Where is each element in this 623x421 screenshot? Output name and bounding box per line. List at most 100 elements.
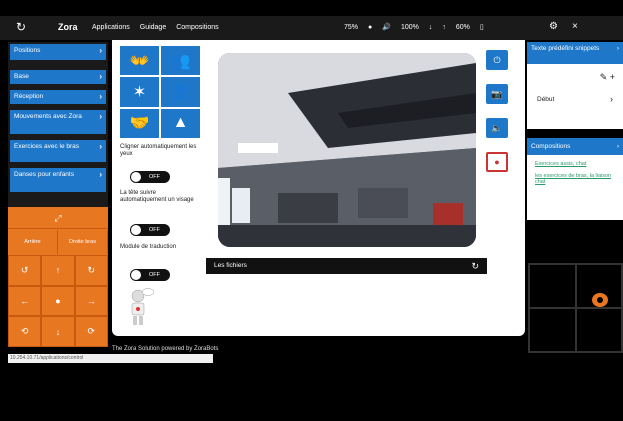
top-bar: ↻ Zora Applications Guidage Compositions… — [0, 16, 623, 40]
behavior-tiles: 👐 👥 ✶ 👤 🤝 ▲ — [120, 46, 200, 138]
refresh-files-icon[interactable]: ↻ — [471, 258, 479, 274]
rotate-left-icon[interactable]: ↺ — [8, 255, 42, 286]
sidebar-item-mouvements[interactable]: Mouvements avec Zora › — [10, 110, 106, 134]
speaker-icon[interactable]: 🔈 — [486, 118, 508, 138]
power-icon[interactable]: ⏻ — [486, 50, 508, 70]
grid-cell[interactable] — [529, 264, 576, 308]
chevron-right-icon: › — [99, 92, 102, 101]
pupil — [597, 297, 603, 303]
toggle-state: OFF — [149, 174, 160, 180]
menu-guidage[interactable]: Guidage — [140, 24, 166, 31]
camera-icon[interactable]: 📷 — [486, 84, 508, 104]
left-sidebar: Positions › Base › Réception › Mouvements a… — [8, 42, 108, 212]
gear-icon[interactable]: ⚙ — [549, 21, 558, 32]
sidebar-item-reception[interactable]: Réception › — [10, 90, 106, 104]
toggle-knob — [131, 270, 141, 280]
files-label: Les fichiers — [214, 262, 247, 269]
sparkle-icon[interactable]: ✶ — [120, 77, 159, 107]
figure-icon[interactable]: ▲ — [161, 108, 200, 138]
refresh-icon[interactable]: ↻ — [16, 21, 26, 33]
wifi-level: 60% — [455, 23, 470, 31]
up-arrow-icon[interactable]: ↑ — [442, 24, 446, 31]
direction-grid: ↺ ↑ ↻ ← ● → ⟲ ↓ ⟳ — [8, 255, 108, 347]
chevron-right-icon: › — [616, 143, 619, 150]
sidebar-item-label: Exercices avec le bras — [14, 143, 80, 150]
status-url: 10.254.10.71/applications/control — [8, 354, 213, 363]
snippet-item[interactable]: Début — [537, 96, 554, 103]
menu-compositions[interactable]: Compositions — [176, 24, 218, 31]
chevron-right-icon: › — [616, 45, 619, 52]
grid-cell[interactable] — [529, 308, 576, 352]
compositions-header[interactable]: Compositions › — [527, 138, 623, 155]
expand-icon[interactable]: ⤢ — [8, 207, 108, 229]
volume-level: 75% — [344, 23, 359, 31]
toggle-knob — [131, 225, 141, 235]
volume-up-icon[interactable]: 🔊 — [382, 23, 391, 31]
record-icon[interactable]: ● — [486, 152, 508, 172]
menu-applications[interactable]: Applications — [92, 24, 130, 31]
snippets-panel: Texte prédéfini snippets › ✎ + Début › — [527, 42, 623, 129]
chevron-right-icon: › — [610, 94, 613, 104]
stop-icon[interactable]: ● — [41, 285, 75, 317]
sidebar-item-label: Base — [14, 73, 29, 80]
main-panel: 👐 👥 ✶ 👤 🤝 ▲ Cligner automatiquement les … — [112, 40, 525, 336]
chevron-right-icon: › — [99, 112, 102, 121]
brand-name: Zora — [58, 22, 78, 32]
footer-text: The Zora Solution powered by ZoraBots — [112, 346, 219, 352]
composition-link[interactable]: les exercices de bras, la liaison chat — [535, 173, 615, 185]
close-icon[interactable]: × — [572, 21, 578, 32]
status-area: 75% ● 🔊 100% ↓ ↑ 60% ▯ — [344, 23, 484, 32]
chevron-right-icon: › — [99, 72, 102, 81]
blink-toggle[interactable]: OFF — [130, 171, 170, 183]
snippets-header[interactable]: Texte prédéfini snippets › — [527, 42, 623, 64]
composition-link[interactable]: Exercices assis, chat — [535, 161, 615, 167]
camera-controls: ⏻ 📷 🔈 ● — [486, 50, 516, 186]
eye-icon[interactable] — [592, 293, 608, 307]
pad-left-button[interactable]: Arrière — [8, 230, 58, 254]
look-grid[interactable] — [528, 263, 623, 353]
follow-face-toggle[interactable]: OFF — [130, 224, 170, 236]
toggle-state: OFF — [149, 272, 160, 278]
app-root: ↻ Zora Applications Guidage Compositions… — [0, 0, 623, 421]
hands-icon[interactable]: 👐 — [120, 46, 159, 76]
option-blink-label: Cligner automatiquement les yeux — [120, 144, 197, 157]
top-right: ⚙ × — [549, 21, 578, 32]
handshake-icon[interactable]: 🤝 — [120, 108, 159, 138]
compositions-title: Compositions — [531, 143, 571, 150]
people-icon[interactable]: 👥 — [161, 46, 200, 76]
turn-right-icon[interactable]: ⟳ — [74, 316, 108, 347]
arrow-right-icon[interactable]: → — [74, 285, 108, 317]
top-menu: Applications Guidage Compositions — [92, 24, 219, 31]
toggle-knob — [131, 172, 141, 182]
camera-view — [218, 53, 476, 247]
volume-down-icon[interactable]: ● — [368, 24, 372, 31]
arrow-up-icon[interactable]: ↑ — [41, 255, 75, 286]
sidebar-item-base[interactable]: Base › — [10, 70, 106, 84]
chevron-right-icon: › — [99, 142, 102, 151]
down-arrow-icon[interactable]: ↓ — [429, 24, 433, 31]
snippets-title: Texte prédéfini snippets — [531, 45, 600, 52]
person-icon[interactable]: 👤 — [161, 77, 200, 107]
files-bar[interactable]: Les fichiers ↻ — [206, 258, 487, 274]
sidebar-item-label: Positions — [14, 47, 41, 54]
arrow-down-icon[interactable]: ↓ — [41, 316, 75, 347]
sidebar-item-positions[interactable]: Positions › — [10, 44, 106, 60]
sidebar-item-danses[interactable]: Danses pour enfants › — [10, 168, 106, 192]
trash-icon[interactable]: ▯ — [480, 23, 484, 31]
sidebar-item-label: Réception — [14, 93, 44, 100]
battery-level: 100% — [400, 23, 419, 31]
pad-right-button[interactable]: Droite bras — [58, 230, 108, 254]
rotate-right-icon[interactable]: ↻ — [74, 255, 108, 286]
sidebar-item-label: Mouvements avec Zora — [14, 113, 82, 120]
movement-pad: ⤢ Arrière Droite bras ↺ ↑ ↻ ← ● → ⟲ ↓ ⟳ — [8, 207, 108, 347]
robot-icon — [131, 288, 154, 325]
arrow-left-icon[interactable]: ← — [8, 285, 42, 317]
toggle-state: OFF — [149, 227, 160, 233]
grid-cell[interactable] — [575, 308, 622, 352]
translation-toggle[interactable]: OFF — [130, 269, 170, 281]
sidebar-item-exercices[interactable]: Exercices avec le bras › — [10, 140, 106, 162]
edit-add-icon[interactable]: ✎ + — [600, 72, 615, 83]
compositions-panel: Compositions › Exercices assis, chat les … — [527, 138, 623, 220]
turn-left-icon[interactable]: ⟲ — [8, 316, 42, 347]
option-follow-face-label: La tête suivre automatiquement un visage — [120, 190, 194, 203]
